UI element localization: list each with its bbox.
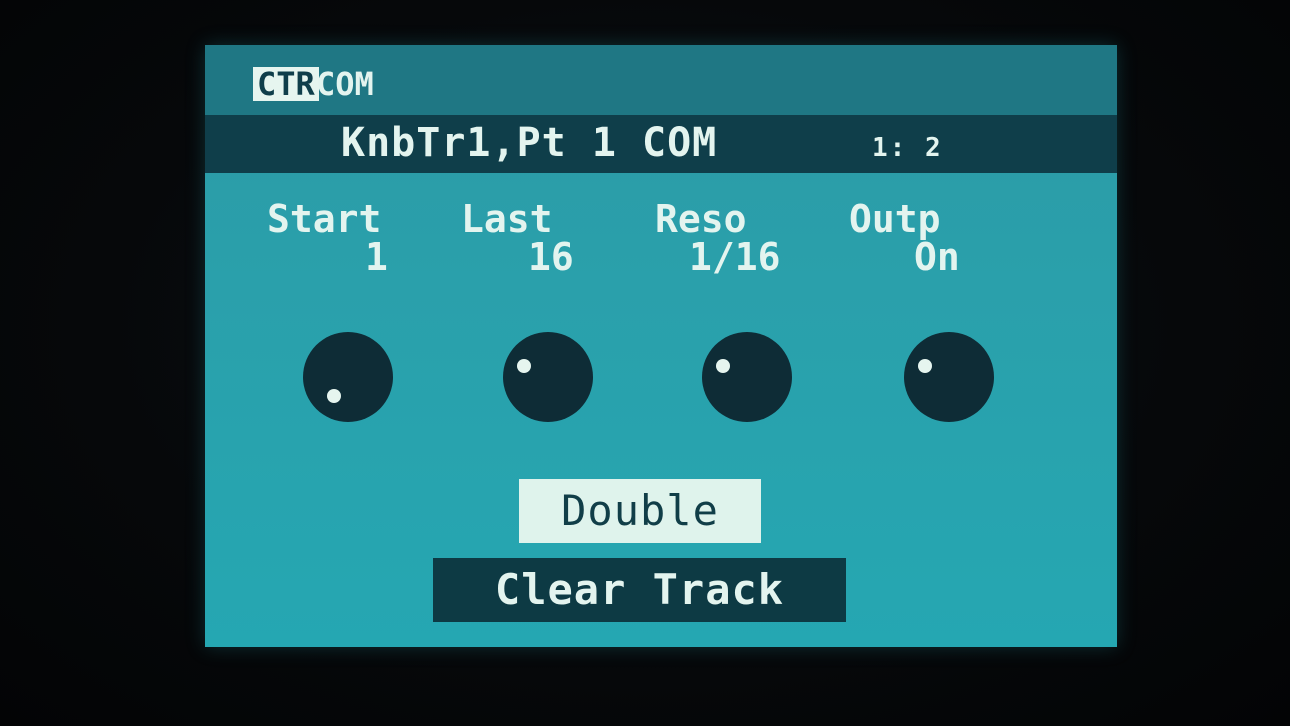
clear-track-button[interactable]: Clear Track	[433, 558, 846, 622]
param-value-reso: 1/16	[689, 235, 781, 279]
param-label-start: Start	[267, 197, 382, 241]
tab-com[interactable]: COM	[316, 67, 374, 101]
knob-last[interactable]	[503, 332, 593, 422]
page-title: KnbTr1,Pt 1 COM	[341, 120, 718, 166]
param-label-last: Last	[461, 197, 553, 241]
double-button[interactable]: Double	[519, 479, 761, 543]
knob-start[interactable]	[303, 332, 393, 422]
param-value-outp: On	[914, 235, 960, 279]
knob-indicator	[918, 359, 932, 373]
knob-reso[interactable]	[702, 332, 792, 422]
knob-indicator	[327, 389, 341, 403]
tab-ctr[interactable]: CTR	[253, 67, 319, 101]
param-value-start: 1	[365, 235, 388, 279]
page-indicator: 1: 2	[872, 133, 943, 163]
param-label-outp: Outp	[849, 197, 941, 241]
knob-outp[interactable]	[904, 332, 994, 422]
lcd-screen: CTR COM KnbTr1,Pt 1 COM 1: 2 Start Last …	[205, 45, 1117, 647]
param-value-last: 16	[528, 235, 574, 279]
param-label-reso: Reso	[655, 197, 747, 241]
knob-indicator	[517, 359, 531, 373]
knob-indicator	[716, 359, 730, 373]
